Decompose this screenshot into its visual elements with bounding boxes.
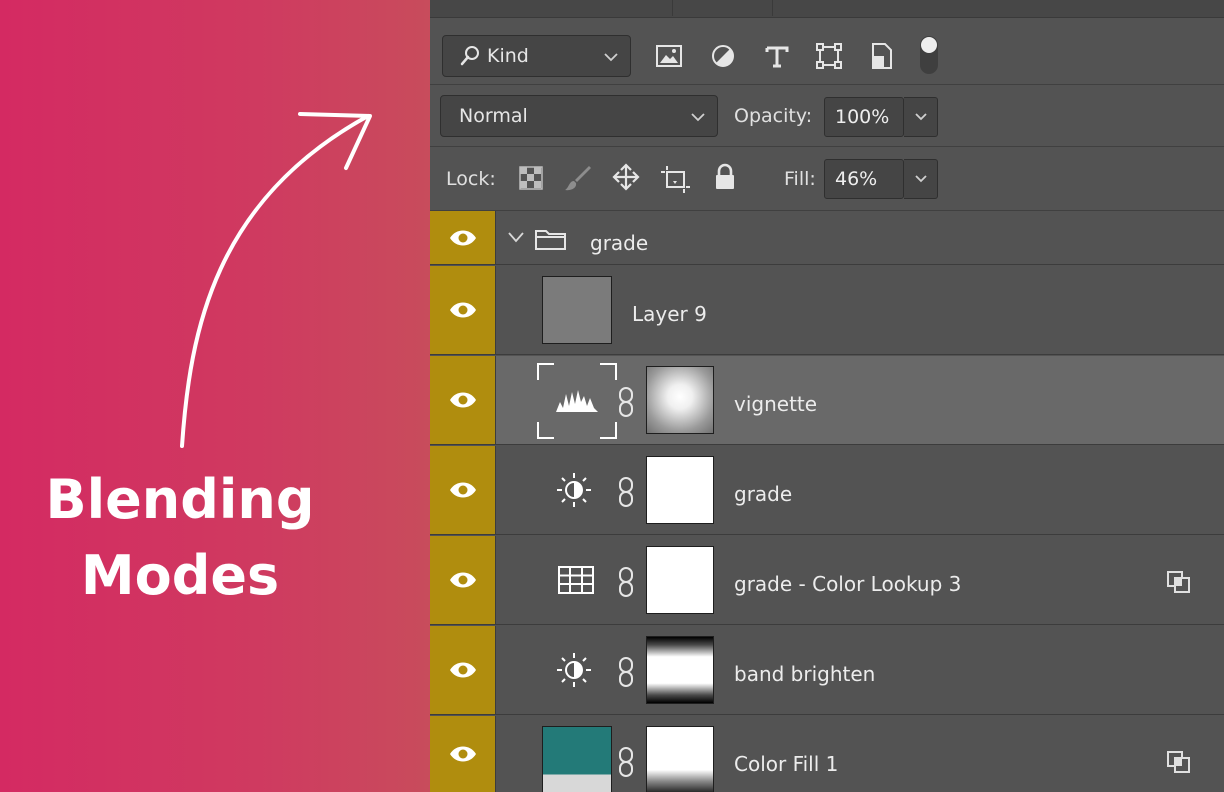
curved-arrow-icon (180, 112, 372, 448)
promo-title-line2: Modes (80, 544, 280, 607)
clipping-mask-badge-icon (1167, 571, 1190, 593)
lock-all-icon[interactable] (710, 162, 740, 192)
layer-row-color-fill[interactable]: Color Fill 1 (430, 716, 1224, 792)
layer-row-vignette[interactable]: vignette (430, 356, 1224, 445)
mask-link-icon[interactable] (616, 566, 636, 598)
lock-transparent-pixels-icon[interactable] (516, 163, 546, 193)
layer-name: vignette (734, 392, 818, 416)
layer-name: band brighten (734, 662, 876, 686)
eye-icon (449, 662, 476, 678)
fill-color-swatch[interactable] (542, 726, 612, 792)
separator (430, 84, 1224, 85)
fill-dropdown-button[interactable] (904, 159, 938, 199)
visibility-toggle[interactable] (430, 536, 496, 624)
layer-mask-thumbnail (646, 726, 714, 792)
eye-icon (449, 572, 476, 588)
mask-link-icon[interactable] (616, 656, 636, 688)
eye-icon (449, 746, 476, 762)
layer-name: grade - Color Lookup 3 (734, 572, 962, 596)
eye-icon (449, 302, 476, 318)
search-icon (460, 46, 479, 66)
lock-image-pixels-icon[interactable] (562, 163, 592, 193)
chevron-down-icon (691, 113, 705, 122)
smart-object-filter-icon[interactable] (867, 42, 897, 70)
layer-row-group-grade[interactable]: grade (430, 211, 1224, 265)
type-filter-icon[interactable] (762, 42, 792, 70)
layer-name: grade (734, 482, 793, 506)
eye-icon (449, 482, 476, 498)
separator (430, 146, 1224, 147)
kind-filter-label: Kind (487, 45, 529, 67)
layer-mask-thumbnail (646, 546, 714, 614)
chevron-down-icon (914, 113, 927, 121)
brightness-contrast-icon (557, 653, 591, 687)
panel-tab[interactable] (538, 0, 673, 16)
mask-link-icon[interactable] (616, 386, 636, 418)
visibility-toggle[interactable] (430, 266, 496, 354)
panel-tab[interactable] (673, 0, 773, 16)
promo-title: Blending Modes (0, 462, 360, 614)
layer-name: Color Fill 1 (734, 752, 839, 776)
layer-row-band-brighten[interactable]: band brighten (430, 626, 1224, 715)
filter-toggle-icon[interactable] (916, 34, 942, 76)
folder-icon (535, 230, 566, 250)
kind-filter-dropdown[interactable]: Kind (442, 35, 631, 77)
layer-row-color-lookup[interactable]: grade - Color Lookup 3 (430, 536, 1224, 625)
levels-adjustment-icon (537, 363, 617, 439)
chevron-down-icon (914, 175, 927, 183)
opacity-label: Opacity: (734, 105, 813, 127)
mask-link-icon[interactable] (616, 476, 636, 508)
promo-title-line1: Blending (45, 468, 315, 531)
opacity-input[interactable]: 100% (824, 97, 904, 137)
color-lookup-grid-icon (558, 566, 594, 594)
clipping-mask-badge-icon (1167, 751, 1190, 773)
layer-name: Layer 9 (632, 302, 707, 326)
image-filter-icon[interactable] (654, 42, 684, 70)
blend-mode-value: Normal (459, 105, 528, 127)
lock-artboard-icon[interactable] (660, 163, 692, 195)
group-expand-chevron-icon[interactable] (506, 229, 526, 245)
eye-icon (449, 392, 476, 408)
visibility-toggle[interactable] (430, 211, 496, 264)
visibility-toggle[interactable] (430, 356, 496, 444)
mask-link-icon[interactable] (616, 746, 636, 778)
promo-panel: Blending Modes (0, 0, 430, 792)
eye-icon (449, 230, 476, 245)
lock-position-icon[interactable] (610, 161, 642, 193)
layers-panel: Kind Normal Opacity: 100% Lock: Fill: 46… (430, 0, 1224, 792)
visibility-toggle[interactable] (430, 626, 496, 714)
layer-row-grade[interactable]: grade (430, 446, 1224, 535)
panel-top-strip (430, 0, 1224, 18)
layer-row-layer-9[interactable]: Layer 9 (430, 266, 1224, 355)
adjustment-filter-icon[interactable] (708, 42, 738, 70)
layer-mask-thumbnail (646, 456, 714, 524)
visibility-toggle[interactable] (430, 716, 496, 792)
shape-filter-icon[interactable] (814, 42, 844, 70)
fill-label: Fill: (784, 168, 816, 190)
blend-mode-dropdown[interactable]: Normal (440, 95, 718, 137)
visibility-toggle[interactable] (430, 446, 496, 534)
layer-mask-thumbnail (646, 366, 714, 434)
lock-label: Lock: (446, 168, 496, 190)
layer-thumbnail (542, 276, 612, 344)
layer-mask-thumbnail (646, 636, 714, 704)
brightness-contrast-icon (557, 473, 591, 507)
opacity-dropdown-button[interactable] (904, 97, 938, 137)
fill-input[interactable]: 46% (824, 159, 904, 199)
chevron-down-icon (604, 53, 618, 62)
layer-name: grade (590, 231, 649, 255)
